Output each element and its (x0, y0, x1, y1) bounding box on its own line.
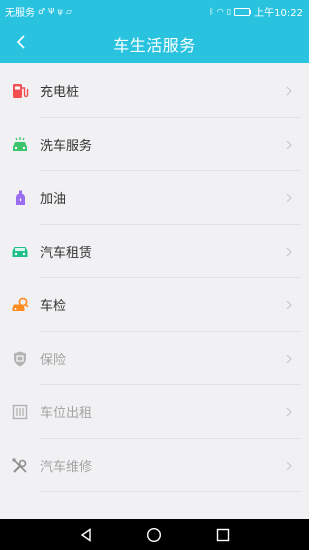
bluetooth-icon: ᛒ (208, 6, 214, 16)
service-item-repair[interactable]: 汽车维修 (0, 439, 309, 492)
system-nav-bar (0, 519, 309, 550)
service-item-car-inspection[interactable]: 车检 (0, 278, 309, 331)
status-time: 上午10:22 (254, 8, 303, 19)
service-label: 车检 (40, 299, 67, 314)
notification-icon: ▱ (65, 6, 72, 16)
service-label: 保险 (40, 353, 67, 368)
mars-icon: ♂ (38, 6, 46, 16)
usb-debug-icon: ψ (57, 6, 63, 16)
repair-tools-icon (10, 456, 30, 476)
service-label: 汽车租赁 (40, 246, 93, 261)
service-label: 充电桩 (40, 85, 80, 100)
sim-icon: ▯ (226, 6, 232, 16)
chevron-right-icon (286, 300, 292, 309)
home-circle-icon (146, 527, 162, 543)
usb-icon: Ψ (48, 6, 55, 16)
service-item-car-rental[interactable]: 汽车租赁 (0, 225, 309, 278)
service-item-parking[interactable]: 车位出租 (0, 385, 309, 438)
service-label: 汽车维修 (40, 460, 93, 475)
service-item-insurance[interactable]: 保险 (0, 332, 309, 385)
chevron-right-icon (286, 193, 292, 202)
car-inspection-icon (10, 295, 30, 315)
service-list: 充电桩 洗车服务 加油 汽车租赁 车检 保险 车位出租 汽车维修 (0, 63, 309, 519)
fuel-bottle-icon (10, 188, 30, 208)
car-rental-icon (10, 242, 30, 262)
header-bar: 无服务 ♂ Ψ ψ ▱ ᛒ ◠ ▯ 上午10:22 车生活服务 (0, 0, 309, 63)
battery-icon (234, 7, 252, 16)
service-label: 加油 (40, 192, 67, 207)
wifi-icon: ◠ (216, 6, 224, 16)
insurance-shield-icon (10, 349, 30, 369)
title-bar: 车生活服务 (0, 21, 309, 63)
recents-square-icon (216, 528, 230, 542)
chevron-right-icon (286, 247, 292, 256)
service-item-fuel[interactable]: 加油 (0, 171, 309, 224)
parking-space-icon (10, 402, 30, 422)
divider (40, 491, 301, 492)
carrier-label: 无服务 (5, 8, 35, 19)
back-triangle-icon (80, 528, 91, 542)
chevron-right-icon (286, 140, 292, 149)
charging-pile-icon (10, 81, 30, 101)
chevron-right-icon (286, 86, 292, 95)
status-bar: 无服务 ♂ Ψ ψ ▱ ᛒ ◠ ▯ 上午10:22 (0, 0, 309, 21)
chevron-right-icon (286, 461, 292, 470)
service-item-car-wash[interactable]: 洗车服务 (0, 118, 309, 171)
nav-home-button[interactable] (144, 525, 164, 545)
page-title: 车生活服务 (113, 36, 196, 55)
car-wash-icon (10, 135, 30, 155)
service-label: 车位出租 (40, 406, 93, 421)
chevron-right-icon (286, 354, 292, 363)
nav-back-button[interactable] (76, 525, 96, 545)
service-label: 洗车服务 (40, 139, 93, 154)
chevron-right-icon (286, 407, 292, 416)
service-item-charging[interactable]: 充电桩 (0, 64, 309, 117)
nav-recents-button[interactable] (213, 525, 233, 545)
